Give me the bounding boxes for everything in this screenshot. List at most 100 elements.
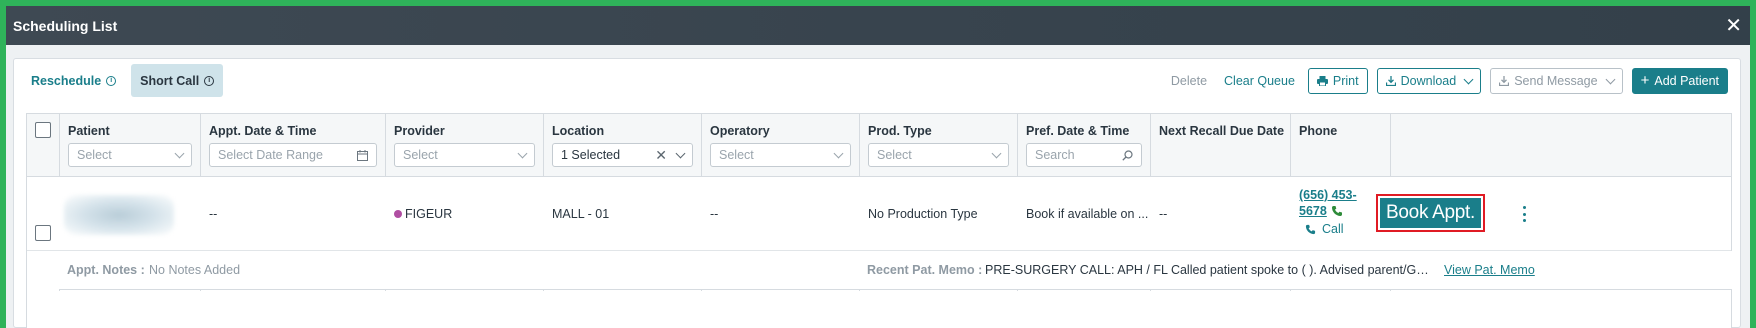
send-message-button[interactable]: Send Message xyxy=(1490,67,1623,94)
header-phone: Phone xyxy=(1291,114,1391,176)
appt-notes-value: No Notes Added xyxy=(149,263,241,277)
call-label: Call xyxy=(1322,222,1344,236)
send-message-label: Send Message xyxy=(1514,73,1598,88)
print-button[interactable]: Print xyxy=(1307,67,1368,94)
header-label: Prod. Type xyxy=(868,124,932,138)
header-label: Next Recall Due Date xyxy=(1159,124,1285,138)
header-prod-type: Prod. Type Select xyxy=(860,114,1018,176)
header-next-recall: Next Recall Due Date xyxy=(1151,114,1291,176)
filter-placeholder: Select Date Range xyxy=(218,148,323,162)
header-select-cell xyxy=(27,114,60,176)
filter-controls: ✕ xyxy=(655,147,686,164)
header-operatory: Operatory Select xyxy=(702,114,860,176)
title-bar: Scheduling List ✕ xyxy=(6,6,1750,45)
view-pat-memo-link[interactable]: View Pat. Memo xyxy=(1444,263,1535,277)
operatory-filter-select[interactable]: Select xyxy=(710,143,851,167)
header-label: Provider xyxy=(394,124,445,138)
info-icon[interactable]: i xyxy=(106,75,117,86)
header-label: Operatory xyxy=(710,124,770,138)
recent-memo-value: PRE-SURGERY CALL: APH / FL Called patien… xyxy=(985,263,1435,277)
header-label: Patient xyxy=(68,124,110,138)
location-filter-select[interactable]: 1 Selected ✕ xyxy=(552,143,693,167)
provider-filter-select[interactable]: Select xyxy=(394,143,535,167)
row-select-cell xyxy=(27,177,60,250)
tab-short-call[interactable]: Short Call i xyxy=(131,64,224,97)
pref-date-search-input[interactable]: Search xyxy=(1026,143,1142,167)
header-patient: Patient Select xyxy=(60,114,201,176)
header-label: Pref. Date & Time xyxy=(1026,124,1130,138)
phone-line-2: 5678 xyxy=(1299,204,1327,218)
filter-placeholder: Select xyxy=(877,148,912,162)
provider-cell: FIGEUR xyxy=(386,177,544,250)
date-range-input[interactable]: Select Date Range xyxy=(209,143,377,167)
tab-reschedule[interactable]: Reschedule i xyxy=(22,64,125,97)
chevron-down-icon xyxy=(517,148,528,159)
scheduling-list-window: Scheduling List ✕ Reschedule i Short Cal… xyxy=(6,6,1750,328)
phone-icon xyxy=(1331,206,1342,216)
info-icon[interactable]: i xyxy=(204,75,215,86)
patient-cell[interactable] xyxy=(60,177,201,250)
select-all-checkbox[interactable] xyxy=(35,122,51,138)
toolbar: Reschedule i Short Call i Delete Clear Q… xyxy=(14,59,1740,102)
print-label: Print xyxy=(1332,73,1359,88)
tab-bar: Reschedule i Short Call i xyxy=(22,64,224,97)
pref-date-cell: Book if available on ... xyxy=(1026,206,1149,221)
close-icon[interactable]: ✕ xyxy=(1725,16,1742,36)
provider-color-dot xyxy=(394,209,402,218)
redacted-patient-name xyxy=(64,195,174,235)
download-label: Download xyxy=(1400,73,1457,88)
book-appt-button[interactable]: Book Appt. xyxy=(1380,198,1481,228)
header-label: Appt. Date & Time xyxy=(209,124,317,138)
filter-placeholder: Search xyxy=(1035,148,1075,162)
more-options-icon[interactable] xyxy=(1519,204,1529,224)
header-provider: Provider Select xyxy=(386,114,544,176)
delete-button[interactable]: Delete xyxy=(1167,74,1211,88)
clear-queue-button[interactable]: Clear Queue xyxy=(1220,74,1299,88)
location-cell: MALL - 01 xyxy=(552,206,610,221)
toolbar-actions: Delete Clear Queue Print Download Send M… xyxy=(1167,67,1728,94)
download-icon xyxy=(1385,75,1396,86)
download-icon xyxy=(1499,75,1510,86)
search-icon xyxy=(1122,149,1133,161)
call-button[interactable]: Call xyxy=(1305,222,1344,236)
scheduling-table: Patient Select Appt. Date & Time Select … xyxy=(26,113,1732,328)
operatory-cell: -- xyxy=(710,206,719,221)
table-row[interactable] xyxy=(27,291,1731,328)
plus-icon: + xyxy=(1640,72,1650,89)
table-row[interactable]: -- FIGEUR MALL - 01 -- No Production Typ… xyxy=(27,177,1731,251)
appt-notes-label: Appt. Notes : xyxy=(67,263,145,277)
add-patient-label: Add Patient xyxy=(1654,73,1719,88)
notes-row: Appt. Notes : No Notes Added Recent Pat.… xyxy=(59,251,1732,290)
phone-line-1: (656) 453- xyxy=(1299,188,1357,202)
filter-placeholder: Select xyxy=(719,148,754,162)
list-panel: Reschedule i Short Call i Delete Clear Q… xyxy=(13,58,1741,328)
prod-type-filter-select[interactable]: Select xyxy=(868,143,1009,167)
filter-placeholder: Select xyxy=(77,148,112,162)
clear-icon[interactable]: ✕ xyxy=(655,147,667,164)
chevron-down-icon xyxy=(174,148,185,159)
chevron-down-icon xyxy=(991,148,1002,159)
chevron-down-icon xyxy=(833,148,844,159)
download-button[interactable]: Download xyxy=(1376,67,1482,94)
table-header: Patient Select Appt. Date & Time Select … xyxy=(27,114,1731,177)
filter-placeholder: Select xyxy=(403,148,438,162)
prod-type-cell: No Production Type xyxy=(868,206,978,221)
printer-icon xyxy=(1316,75,1328,86)
chevron-down-icon xyxy=(1605,74,1616,84)
header-location: Location 1 Selected ✕ xyxy=(544,114,702,176)
add-patient-button[interactable]: + Add Patient xyxy=(1631,67,1728,94)
header-pref-date: Pref. Date & Time Search xyxy=(1018,114,1151,176)
chevron-down-icon xyxy=(1463,74,1474,84)
header-label: Phone xyxy=(1299,124,1338,138)
patient-filter-select[interactable]: Select xyxy=(68,143,192,167)
tab-reschedule-label: Reschedule xyxy=(31,73,102,88)
header-label: Location xyxy=(552,124,605,138)
header-appt-date: Appt. Date & Time Select Date Range xyxy=(201,114,386,176)
provider-name: FIGEUR xyxy=(405,206,453,221)
row-checkbox[interactable] xyxy=(35,225,51,241)
recent-memo-label: Recent Pat. Memo : xyxy=(867,263,983,277)
phone-number-link[interactable]: (656) 453- 5678 xyxy=(1299,187,1357,219)
filter-value: 1 Selected xyxy=(561,148,621,162)
next-recall-cell: -- xyxy=(1159,206,1168,221)
window-title: Scheduling List xyxy=(13,17,118,34)
